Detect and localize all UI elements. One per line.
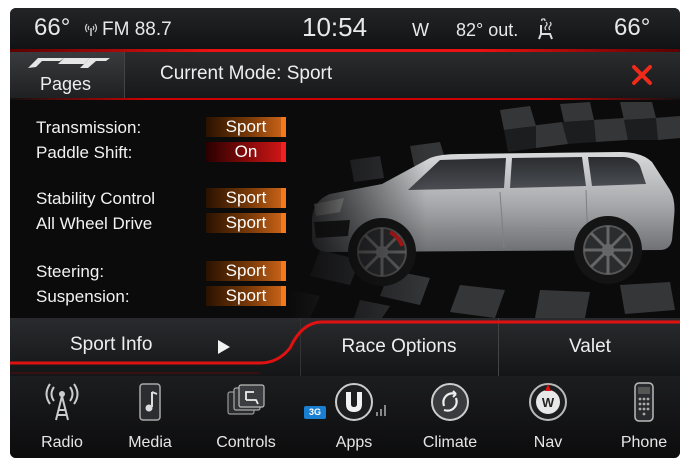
app-dock: Radio Media Controls 3G Apps Climate W N… [10, 376, 680, 458]
suspension-label: Suspension: [36, 287, 130, 306]
nav-compass-icon: W [529, 383, 567, 421]
sport-mode-panel: Transmission: Sport Paddle Shift: On Sta… [10, 100, 680, 318]
stability-control-label: Stability Control [36, 189, 156, 208]
page-title: Current Mode: Sport [160, 63, 333, 84]
phone-icon [634, 382, 654, 422]
radio-station[interactable]: FM 88.7 [102, 19, 172, 41]
sport-info-label: Sport Info [70, 334, 153, 355]
valet-button[interactable]: Valet [498, 318, 680, 376]
vehicle-graphic [290, 100, 680, 318]
apps-label: Apps [335, 434, 373, 451]
suspension-value[interactable]: Sport [206, 286, 286, 306]
outside-temperature: 82° out. [456, 20, 519, 40]
passenger-temperature[interactable]: 66° [614, 14, 650, 42]
radio-tower-icon [45, 383, 79, 421]
3g-badge: 3G [304, 406, 326, 419]
status-bar: 66° FM 88.7 10:54 W 82° out. 66° [10, 8, 680, 50]
race-options-button[interactable]: Race Options [300, 318, 497, 376]
valet-label: Valet [569, 336, 611, 357]
all-wheel-drive-label: All Wheel Drive [36, 214, 153, 233]
media-label: Media [128, 434, 172, 451]
media-icon [139, 383, 161, 421]
radio-button[interactable]: Radio [20, 376, 104, 458]
phone-label: Phone [620, 434, 668, 451]
compass-direction: W [412, 20, 429, 40]
steering-value[interactable]: Sport [206, 261, 286, 281]
heated-seat-icon[interactable] [536, 18, 558, 42]
media-button[interactable]: Media [108, 376, 192, 458]
climate-button[interactable]: Climate [408, 376, 492, 458]
play-arrow-icon [218, 340, 230, 354]
close-button[interactable] [622, 58, 662, 92]
paddle-shift-label: Paddle Shift: [36, 143, 133, 162]
close-icon [632, 65, 652, 85]
uconnect-apps-icon [335, 383, 373, 421]
controls-label: Controls [216, 434, 276, 451]
driver-temperature[interactable]: 66° [34, 14, 70, 42]
controls-icon [227, 384, 265, 415]
signal-strength-icon [376, 405, 386, 416]
climate-icon [431, 383, 469, 421]
pages-label: Pages [40, 74, 92, 94]
sport-menu-bar: Sport Info Race Options Valet [10, 318, 680, 376]
vehicle-image [290, 100, 680, 318]
race-options-label: Race Options [341, 336, 457, 357]
apps-button[interactable]: 3G Apps [304, 376, 396, 458]
sport-info-button[interactable]: Sport Info [10, 318, 300, 376]
pages-button[interactable]: Pages [10, 52, 125, 98]
controls-button[interactable]: Controls [204, 376, 288, 458]
infotainment-screen: 66° FM 88.7 10:54 W 82° out. 66° Pages C… [10, 8, 680, 458]
all-wheel-drive-value[interactable]: Sport [206, 213, 286, 233]
transmission-value[interactable]: Sport [206, 117, 286, 137]
nav-label: Nav [533, 434, 563, 451]
paddle-shift-value[interactable]: On [206, 142, 286, 162]
radio-label: Radio [41, 434, 83, 451]
steering-label: Steering: [36, 262, 105, 281]
phone-button[interactable]: Phone [602, 376, 680, 458]
svg-text:W: W [542, 395, 555, 410]
page-header: Pages Current Mode: Sport [10, 52, 680, 98]
antenna-icon [84, 23, 98, 36]
clock: 10:54 [302, 12, 368, 42]
stability-control-value[interactable]: Sport [206, 188, 286, 208]
transmission-label: Transmission: [36, 118, 142, 137]
nav-button[interactable]: W Nav [506, 376, 590, 458]
srt-logo-icon [28, 58, 110, 68]
climate-label: Climate [422, 434, 478, 451]
